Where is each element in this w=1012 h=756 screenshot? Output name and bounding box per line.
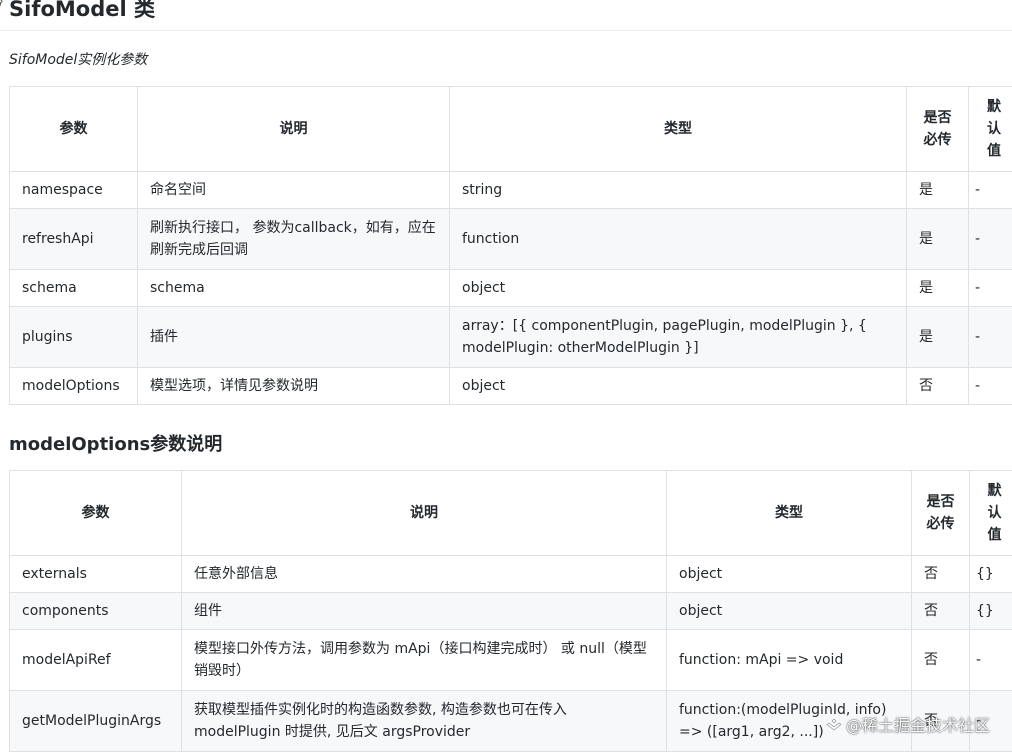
cell-required: 是 (906, 171, 969, 209)
header-required: 是否必传 (911, 470, 970, 556)
cell-desc: 组件 (181, 592, 667, 630)
header-required: 是否必传 (906, 86, 969, 172)
section-title-modeloptions: modelOptions参数说明 (9, 434, 223, 455)
table-row: components 组件 object 否 {} (9, 592, 1012, 630)
cell-default: {} (969, 592, 1012, 630)
header-param: 参数 (9, 86, 138, 172)
cell-type: object (449, 269, 907, 307)
cell-param: namespace (9, 171, 138, 209)
table-row: externals 任意外部信息 object 否 {} (9, 555, 1012, 593)
cell-desc: 插件 (137, 306, 450, 368)
table-header-row: 参数 说明 类型 是否必传 默认值 (9, 86, 1012, 172)
cell-default: - (968, 306, 1012, 368)
watermark-text: @稀土掘金技术社区 (845, 716, 990, 735)
header-default: 默认值 (968, 86, 1012, 172)
cell-type: array：[{ componentPlugin, pagePlugin, mo… (449, 306, 907, 368)
watermark: @稀土掘金技术社区 (826, 712, 990, 736)
cell-required: 否 (911, 555, 970, 593)
cell-default: - (969, 629, 1012, 691)
cell-desc: 命名空间 (137, 171, 450, 209)
header-type: 类型 (666, 470, 912, 556)
cell-default: {} (969, 555, 1012, 593)
table-row: modelOptions 模型选项，详情见参数说明 object 否 - (9, 367, 1012, 405)
header-desc: 说明 (137, 86, 450, 172)
cell-required: 是 (906, 269, 969, 307)
header-desc: 说明 (181, 470, 667, 556)
cell-required: 是 (906, 208, 969, 270)
cell-type: object (449, 367, 907, 405)
cell-type: string (449, 171, 907, 209)
table-row: schema schema object 是 - (9, 269, 1012, 307)
cell-param: schema (9, 269, 138, 307)
header-type: 类型 (449, 86, 907, 172)
cell-type: function: mApi => void (666, 629, 912, 691)
cell-type: function (449, 208, 907, 270)
cell-desc: 任意外部信息 (181, 555, 667, 593)
heading-container: ˀ SifoModel 类 (0, 0, 1012, 31)
cell-desc: 模型接口外传方法，调用参数为 mApi（接口构建完成时） 或 null（模型销毁… (181, 629, 667, 691)
header-default: 默认值 (969, 470, 1012, 556)
table-row: modelApiRef 模型接口外传方法，调用参数为 mApi（接口构建完成时）… (9, 629, 1012, 691)
juejin-logo-icon (826, 718, 842, 731)
cell-type: object (666, 592, 912, 630)
cell-desc: 获取模型插件实例化时的构造函数参数, 构造参数也可在传入 modelPlugin… (181, 690, 667, 752)
cell-param: getModelPluginArgs (9, 690, 182, 752)
header-param: 参数 (9, 470, 182, 556)
cell-default: - (968, 367, 1012, 405)
cell-param: modelOptions (9, 367, 138, 405)
cell-param: externals (9, 555, 182, 593)
table-header-row: 参数 说明 类型 是否必传 默认值 (9, 470, 1012, 556)
cell-required: 是 (906, 306, 969, 368)
cell-default: - (968, 208, 1012, 270)
section-subtitle: SifoModel实例化参数 (9, 52, 148, 68)
cell-param: modelApiRef (9, 629, 182, 691)
cell-default: - (968, 269, 1012, 307)
cell-desc: schema (137, 269, 450, 307)
cell-default: - (968, 171, 1012, 209)
cell-required: 否 (911, 629, 970, 691)
cell-type: object (666, 555, 912, 593)
cell-param: plugins (9, 306, 138, 368)
cell-param: components (9, 592, 182, 630)
cell-desc: 模型选项，详情见参数说明 (137, 367, 450, 405)
page: ˀ SifoModel 类 SifoModel实例化参数 参数 说明 类型 是否… (0, 0, 1012, 756)
table-row: plugins 插件 array：[{ componentPlugin, pag… (9, 306, 1012, 368)
anchor-link-icon[interactable]: ˀ (0, 0, 3, 14)
table-row: refreshApi 刷新执行接口， 参数为callback，如有，应在刷新完成… (9, 208, 1012, 270)
cell-desc: 刷新执行接口， 参数为callback，如有，应在刷新完成后回调 (137, 208, 450, 270)
sifomodel-params-table: 参数 说明 类型 是否必传 默认值 namespace 命名空间 string … (9, 86, 1012, 405)
table-row: namespace 命名空间 string 是 - (9, 171, 1012, 209)
page-title: SifoModel 类 (9, 0, 155, 21)
cell-param: refreshApi (9, 208, 138, 270)
cell-required: 否 (911, 592, 970, 630)
cell-required: 否 (906, 367, 969, 405)
modeloptions-params-table: 参数 说明 类型 是否必传 默认值 externals 任意外部信息 objec… (9, 470, 1012, 752)
